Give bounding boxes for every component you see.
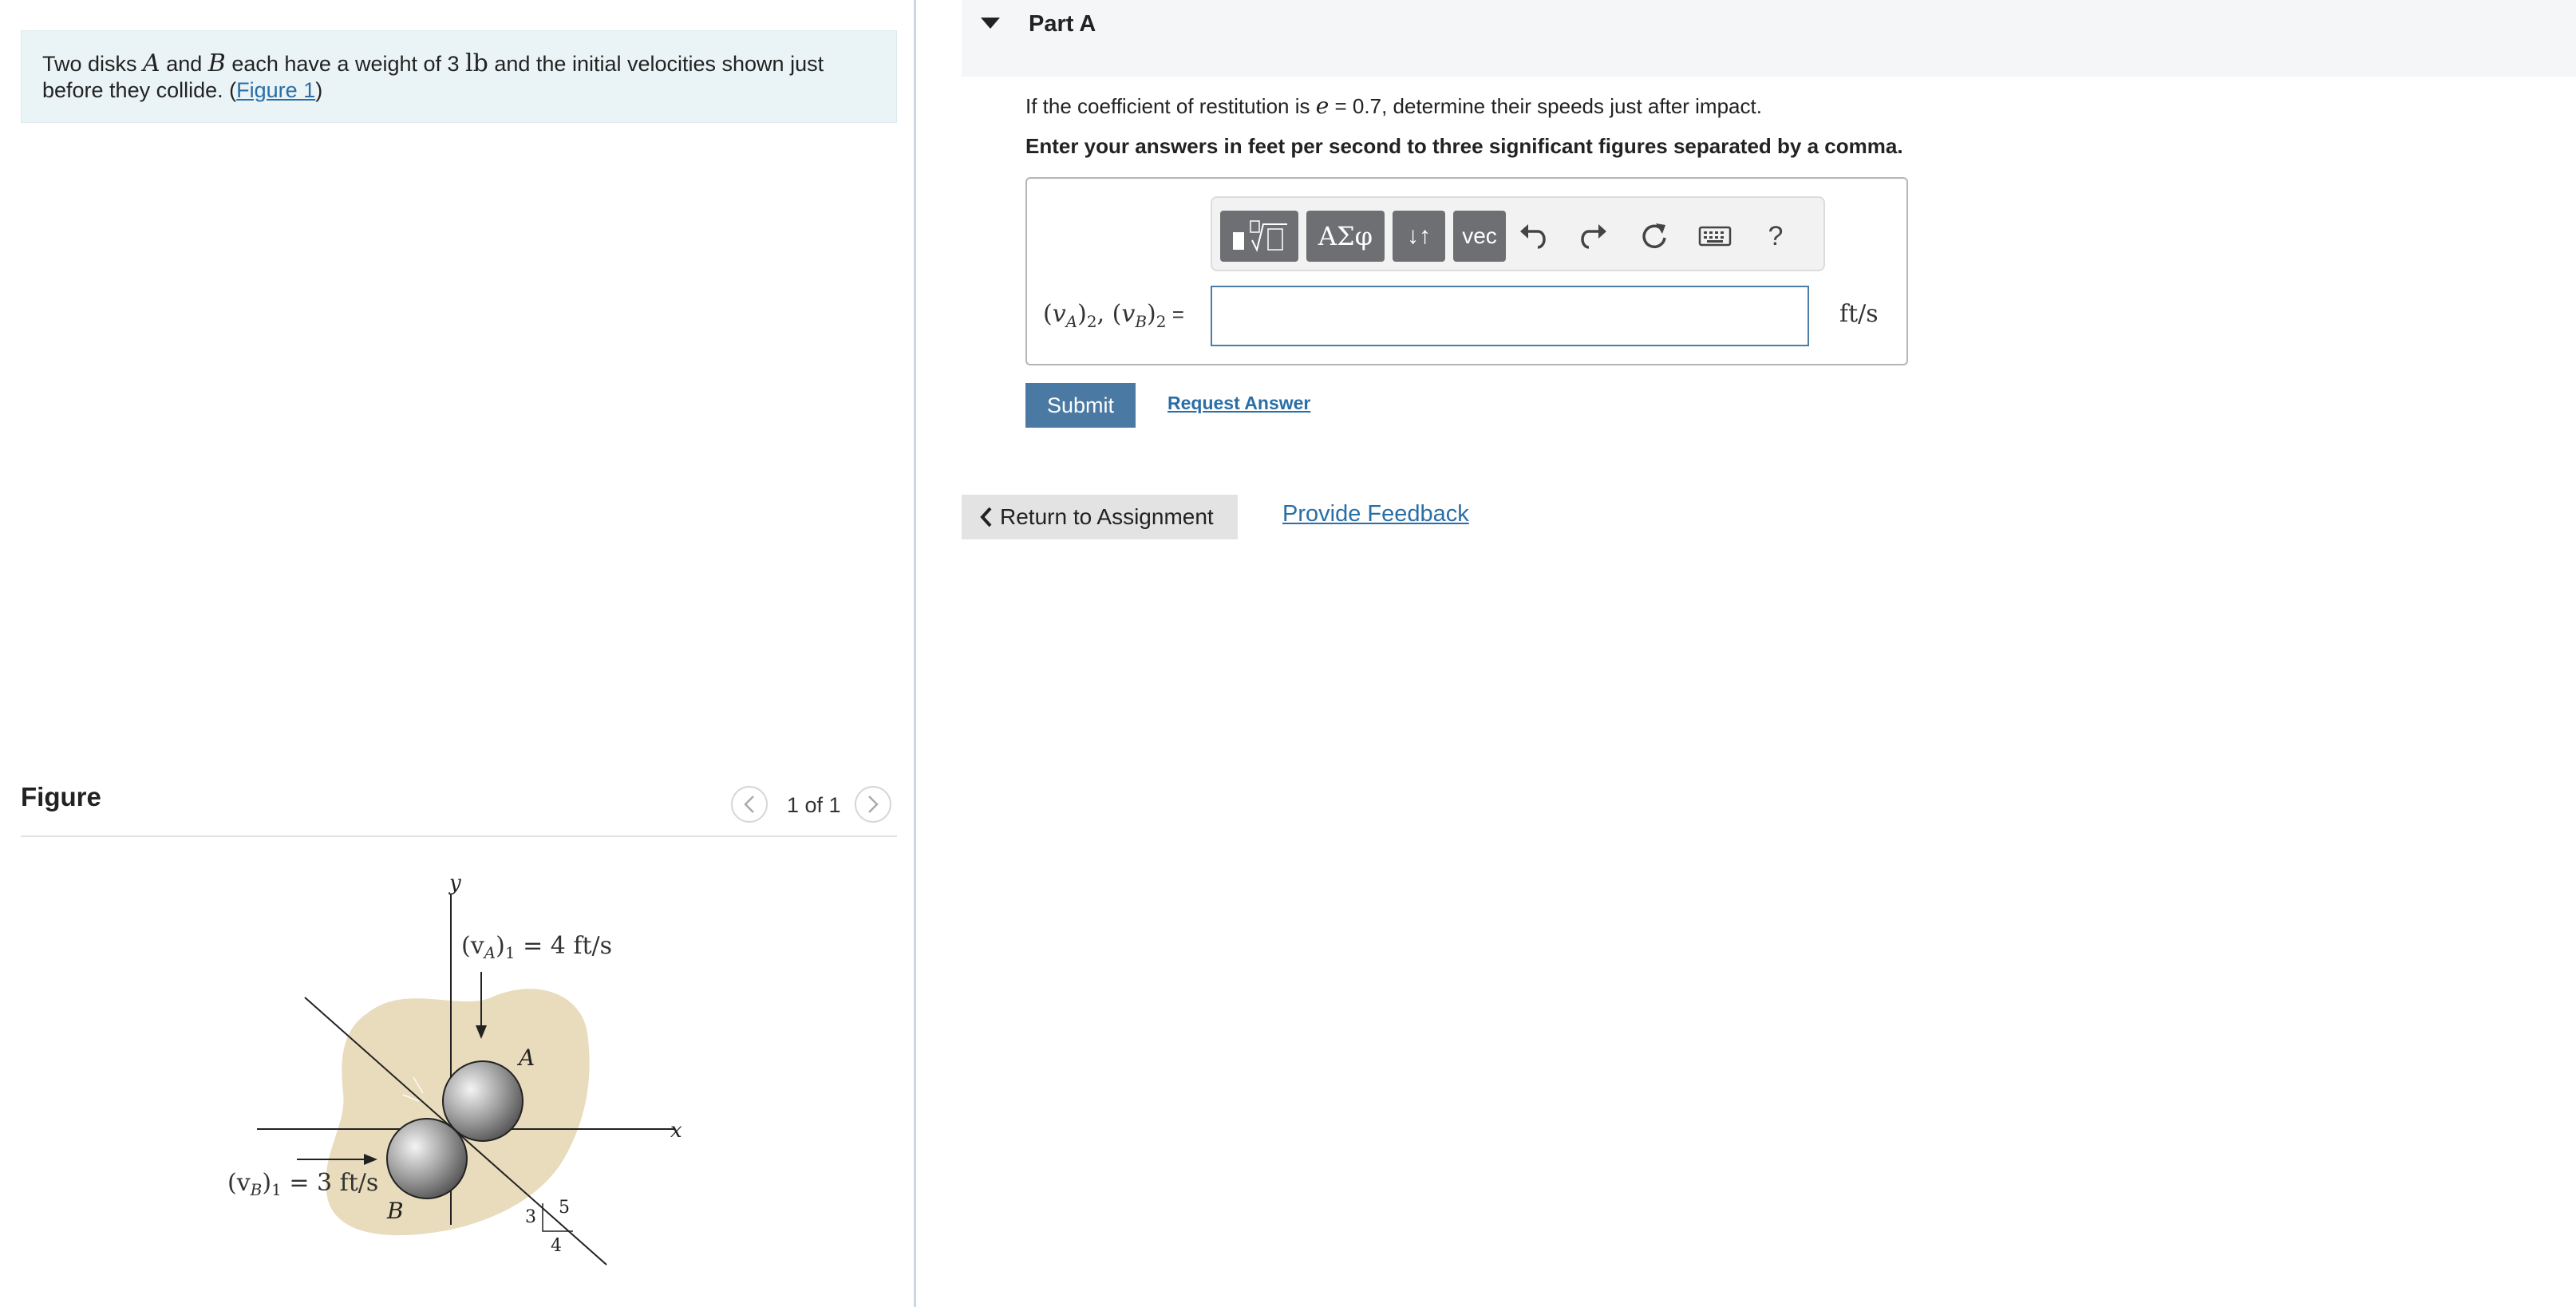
instruction-text: Enter your answers in feet per second to… — [1025, 134, 1903, 158]
greek-symbols-button[interactable]: ΑΣφ — [1306, 211, 1385, 262]
redo-icon — [1581, 224, 1606, 249]
y-axis-label: y — [448, 871, 461, 895]
velocity-b-label: (vB)1 = 3 ft/s — [227, 1169, 378, 1199]
vector-button[interactable]: vec — [1453, 211, 1506, 262]
figure-next-button[interactable] — [855, 786, 891, 823]
templates-icon — [1233, 220, 1287, 252]
answer-label: (vA)2, (vB)2 = — [1043, 300, 1184, 331]
answer-box: ΑΣφ ↓↑ vec ? (vA)2, (vB)2 = ft/s — [1025, 177, 1908, 365]
collision-figure: x y 3 4 5 A B (vA)1 = 4 ft/s (vB)1 = 3 f… — [227, 871, 682, 1266]
x-axis-label: x — [670, 1119, 682, 1143]
problem-statement: Two disks A and B each have a weight of … — [21, 30, 897, 123]
disk-a-label: A — [516, 1044, 535, 1071]
slope-3: 3 — [525, 1207, 536, 1227]
chevron-right-icon — [868, 796, 879, 813]
math-toolbar: ΑΣφ ↓↑ vec ? — [1211, 196, 1825, 271]
redo-button[interactable] — [1570, 211, 1618, 262]
return-label: Return to Assignment — [1000, 504, 1214, 529]
chevron-left-icon — [744, 796, 754, 813]
undo-icon — [1520, 224, 1546, 249]
answer-unit: ft/s — [1839, 300, 1879, 328]
slope-4: 4 — [551, 1236, 562, 1256]
request-answer-link[interactable]: Request Answer — [1167, 393, 1310, 414]
help-button[interactable]: ? — [1752, 211, 1800, 262]
figure-divider — [21, 835, 897, 837]
chevron-left-icon — [980, 507, 992, 527]
var-a: A — [143, 49, 160, 77]
question-text: If the coefficient of restitution is e =… — [1025, 93, 1762, 119]
figure-counter: 1 of 1 — [787, 793, 841, 817]
figure-prev-button[interactable] — [731, 786, 768, 823]
part-title: Part A — [1029, 11, 1096, 37]
part-a-header[interactable]: Part A — [962, 0, 2576, 77]
figure-link[interactable]: Figure 1 — [236, 78, 315, 102]
var-b: B — [207, 49, 226, 77]
var-e: e — [1315, 93, 1329, 119]
unit-lb: lb — [465, 49, 488, 77]
submit-button[interactable]: Submit — [1025, 383, 1136, 428]
keyboard-button[interactable] — [1691, 211, 1739, 262]
subscript-superscript-button[interactable]: ↓↑ — [1393, 211, 1445, 262]
return-to-assignment-button[interactable]: Return to Assignment — [962, 495, 1238, 539]
caret-down-icon[interactable] — [981, 18, 1000, 29]
reset-button[interactable] — [1630, 211, 1678, 262]
undo-button[interactable] — [1509, 211, 1557, 262]
slope-5: 5 — [559, 1198, 570, 1218]
answer-input[interactable] — [1211, 286, 1809, 346]
disk-b-label: B — [386, 1198, 404, 1224]
keyboard-icon — [1698, 226, 1732, 247]
disk-a — [442, 1060, 523, 1142]
figure-title: Figure — [21, 782, 101, 811]
templates-button[interactable] — [1220, 211, 1298, 262]
reset-icon — [1642, 223, 1666, 249]
velocity-a-label: (vA)1 = 4 ft/s — [461, 932, 612, 962]
left-pane: Two disks A and B each have a weight of … — [0, 0, 916, 1307]
provide-feedback-link[interactable]: Provide Feedback — [1282, 501, 1469, 527]
